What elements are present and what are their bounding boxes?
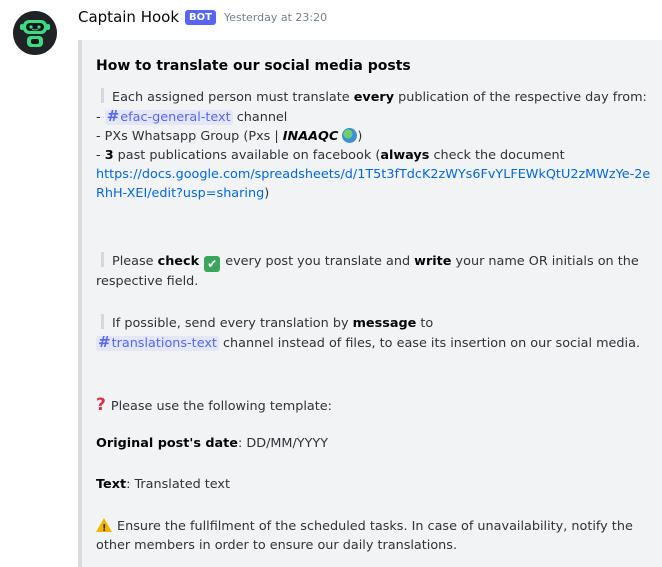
author-name[interactable]: Captain Hook [78, 8, 179, 26]
message-instruction: If possible, send every translation by m… [96, 314, 641, 351]
instructions-block: Each assigned person must translate ever… [96, 88, 651, 201]
warning-icon [96, 518, 112, 538]
quote-bar [101, 252, 104, 267]
quote-bar [101, 88, 104, 103]
globe-emoji-icon [342, 128, 358, 143]
channel-mention-translations-text[interactable]: #translations-text [96, 333, 219, 351]
checkmark-icon: ✔ [204, 256, 221, 272]
hash-icon: # [98, 333, 111, 351]
question-mark-icon: ? [96, 395, 106, 415]
robot-icon [13, 11, 57, 55]
document-link[interactable]: https://docs.google.com/spreadsheets/d/1… [96, 167, 650, 201]
avatar[interactable] [13, 11, 57, 55]
channel-mention-efac-general-text[interactable]: #efac-general-text [104, 107, 233, 125]
message-embed: How to translate our social media posts … [78, 40, 662, 567]
bot-badge: BOT [185, 9, 216, 25]
hash-icon: # [106, 107, 120, 125]
check-instruction: Please check ✔ every post you translate … [96, 252, 639, 289]
message-header: Captain Hook BOT Yesterday at 23:20 [78, 8, 327, 26]
template-intro: ? Please use the following template: [96, 395, 332, 415]
warning-note: Ensure the fullfilment of the scheduled … [96, 517, 656, 555]
message-timestamp[interactable]: Yesterday at 23:20 [224, 11, 327, 24]
template-date-line: Original post's date: DD/MM/YYYY [96, 436, 329, 451]
template-text-line: Text: Translated text [96, 477, 231, 492]
quote-bar [101, 314, 104, 329]
embed-title: How to translate our social media posts [96, 58, 411, 74]
